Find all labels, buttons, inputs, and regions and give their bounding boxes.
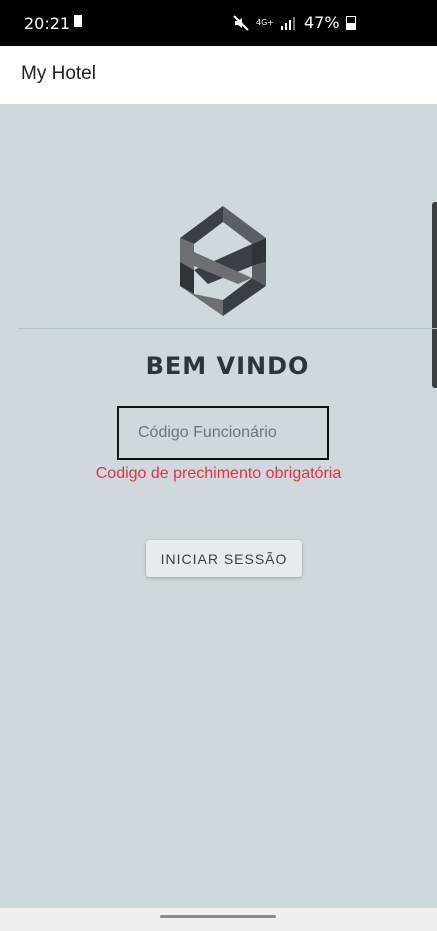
status-icons: 4G+ 47%	[232, 13, 356, 32]
home-gesture-handle[interactable]	[160, 915, 276, 918]
validation-error: Codigo de prechimento obrigatória	[95, 465, 342, 482]
battery-percent: 47%	[304, 13, 340, 32]
divider	[18, 328, 437, 329]
start-session-button[interactable]: INICIAR SESSÃO	[146, 540, 302, 577]
login-screen: BEM VINDO Codigo de prechimento obrigató…	[0, 104, 437, 908]
signal-icon	[281, 16, 295, 30]
hotel-logo-icon	[180, 206, 266, 316]
app-bar: My Hotel	[0, 46, 437, 104]
network-type: 4G+	[256, 17, 274, 27]
employee-code-field[interactable]	[117, 406, 329, 460]
welcome-heading: BEM VINDO	[145, 352, 310, 380]
system-nav-bar	[0, 908, 437, 931]
sim-card-icon	[74, 15, 82, 27]
battery-icon	[345, 15, 356, 30]
status-time: 20:21	[24, 14, 71, 33]
mute-icon	[233, 14, 249, 31]
employee-code-input[interactable]	[119, 408, 327, 458]
app-title: My Hotel	[21, 63, 96, 84]
status-bar: 20:21 4G+ 47%	[0, 0, 437, 46]
